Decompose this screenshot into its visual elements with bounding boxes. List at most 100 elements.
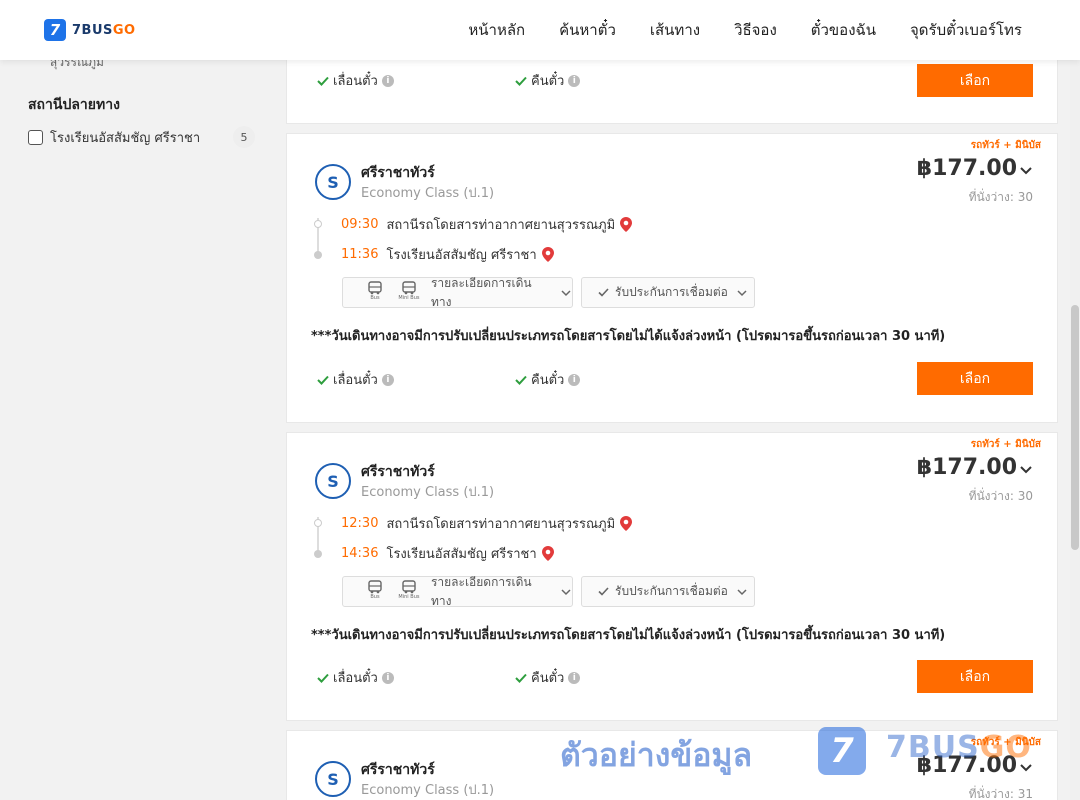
trip-price: ฿177.00 — [916, 455, 1017, 480]
departure-stop: 12:30 สถานีรถโดยสารท่าอากาศยานสุวรรณภูมิ — [341, 513, 633, 534]
vehicle-type-tag: รถทัวร์ + มินิบัส — [970, 439, 1041, 450]
arrival-time: 11:36 — [341, 247, 379, 262]
destination-count-badge: 5 — [233, 126, 255, 148]
map-pin-icon[interactable] — [541, 247, 554, 262]
available-seats: ที่นั่งว่าง: 30 — [968, 489, 1033, 503]
filter-sidebar: สุวรรณภูมิ สถานีปลายทาง โรงเรียนอัสสัมชั… — [28, 60, 258, 148]
arrival-station: โรงเรียนอัสสัมชัญ ศรีราชา — [386, 547, 537, 562]
reschedule-label: เลื่อนตั๋ว — [333, 671, 378, 686]
select-button[interactable]: เลือก — [917, 64, 1033, 97]
minibus-icon: Mini Bus — [397, 280, 421, 305]
main-nav: หน้าหลัก ค้นหาตั๋ว เส้นทาง วิธีจอง ตั๋วข… — [468, 0, 1022, 60]
vehicle-type-tag: รถทัวร์ + มินิบัส — [970, 140, 1041, 151]
operator-logo: S — [315, 164, 351, 200]
check-icon — [515, 76, 527, 86]
trip-note: ***วันเดินทางอาจมีการปรับเปลี่ยนประเภทรถ… — [311, 628, 946, 643]
map-pin-icon[interactable] — [620, 217, 633, 232]
check-icon — [317, 673, 329, 683]
seat-class: Economy Class (ป.1) — [361, 485, 495, 500]
seat-class: Economy Class (ป.1) — [361, 186, 495, 201]
chevron-down-icon — [561, 588, 571, 595]
watermark-brand: 7BUSGO — [886, 730, 1032, 765]
reschedule-feature: เลื่อนตั๋ว i — [317, 667, 394, 688]
bus-icon: Bus — [363, 579, 387, 604]
arrival-station: โรงเรียนอัสสัมชัญ ศรีราชา — [386, 248, 537, 263]
scrollbar-thumb[interactable] — [1071, 305, 1079, 550]
nav-routes[interactable]: เส้นทาง — [650, 18, 700, 42]
reschedule-label: เลื่อนตั๋ว — [333, 373, 378, 388]
refund-label: คืนตั๋ว — [531, 671, 565, 686]
map-pin-icon[interactable] — [541, 546, 554, 561]
destination-filter-title: สถานีปลายทาง — [28, 97, 120, 113]
nav-how-to-book[interactable]: วิธีจอง — [734, 18, 777, 42]
cut-filter-label: สุวรรณภูมิ — [50, 60, 104, 69]
check-icon — [598, 587, 609, 596]
trip-details-label: รายละเอียดการเดินทาง — [430, 275, 532, 309]
select-button[interactable]: เลือก — [917, 660, 1033, 693]
destination-filter-option[interactable]: โรงเรียนอัสสัมชัญ ศรีราชา 5 — [28, 126, 258, 148]
info-icon[interactable]: i — [381, 373, 394, 386]
watermark-logo-mark: 7 — [818, 727, 866, 775]
minibus-icon: Mini Bus — [397, 579, 421, 604]
sample-data-watermark: ตัวอย่างข้อมูล — [560, 736, 753, 774]
departure-dot — [314, 519, 322, 527]
nav-ticket-pickup[interactable]: จุดรับตั๋วเบอร์โทร — [910, 18, 1022, 42]
operator-name: ศรีราชาทัวร์ — [361, 762, 435, 778]
operator-name: ศรีราชาทัวร์ — [361, 464, 435, 480]
connection-insurance-label: รับประกันการเชื่อมต่อ — [615, 285, 728, 299]
info-icon[interactable]: i — [568, 671, 581, 684]
chevron-down-icon — [737, 588, 747, 595]
trip-card: รถทัวร์ + มินิบัส S ศรีราชาทัวร์ Economy… — [286, 133, 1058, 423]
refund-label: คืนตั๋ว — [531, 373, 565, 388]
trip-details-button[interactable]: Bus Mini Bus รายละเอียดการเดินทาง — [342, 575, 573, 608]
info-icon[interactable]: i — [381, 74, 394, 87]
info-icon[interactable]: i — [568, 74, 581, 87]
chevron-down-icon[interactable] — [1019, 463, 1033, 477]
connection-insurance-button[interactable]: รับประกันการเชื่อมต่อ — [581, 277, 755, 308]
chevron-down-icon[interactable] — [1019, 164, 1033, 178]
top-header: 7 7BUSGO หน้าหลัก ค้นหาตั๋ว เส้นทาง วิธี… — [0, 0, 1080, 60]
destination-checkbox[interactable] — [28, 129, 43, 145]
reschedule-feature: เลื่อนตั๋ว i — [317, 70, 394, 91]
seat-class: Economy Class (ป.1) — [361, 783, 495, 798]
nav-home[interactable]: หน้าหลัก — [468, 18, 525, 42]
check-icon — [598, 288, 609, 297]
trip-price: ฿177.00 — [916, 156, 1017, 181]
refund-feature: คืนตั๋ว i — [515, 70, 581, 91]
trip-card: รถทัวร์ + มินิบัส S ศรีราชาทัวร์ Economy… — [286, 432, 1058, 721]
chevron-down-icon — [561, 289, 571, 296]
connection-insurance-button[interactable]: รับประกันการเชื่อมต่อ — [581, 576, 755, 607]
refund-feature: คืนตั๋ว i — [515, 369, 581, 390]
operator-logo: S — [315, 761, 351, 797]
brand-logo[interactable]: 7 7BUSGO — [44, 19, 136, 41]
map-pin-icon[interactable] — [620, 516, 633, 531]
bus-icon: Bus — [363, 280, 387, 305]
arrival-stop: 11:36 โรงเรียนอัสสัมชัญ ศรีราชา — [341, 244, 554, 265]
check-icon — [317, 76, 329, 86]
logo-text: 7BUSGO — [72, 22, 136, 38]
trip-details-button[interactable]: Bus Mini Bus รายละเอียดการเดินทาง — [342, 276, 573, 309]
departure-station: สถานีรถโดยสารท่าอากาศยานสุวรรณภูมิ — [386, 218, 616, 233]
available-seats: ที่นั่งว่าง: 31 — [968, 787, 1033, 800]
connection-insurance-label: รับประกันการเชื่อมต่อ — [615, 584, 728, 598]
available-seats: ที่นั่งว่าง: 30 — [968, 190, 1033, 204]
departure-stop: 09:30 สถานีรถโดยสารท่าอากาศยานสุวรรณภูมิ — [341, 214, 633, 235]
departure-station: สถานีรถโดยสารท่าอากาศยานสุวรรณภูมิ — [386, 517, 616, 532]
arrival-time: 14:36 — [341, 546, 379, 561]
check-icon — [515, 673, 527, 683]
refund-feature: คืนตั๋ว i — [515, 667, 581, 688]
logo-mark: 7 — [44, 19, 66, 41]
destination-filter-label: โรงเรียนอัสสัมชัญ ศรีราชา — [50, 130, 201, 146]
info-icon[interactable]: i — [568, 373, 581, 386]
operator-logo: S — [315, 463, 351, 499]
trip-note: ***วันเดินทางอาจมีการปรับเปลี่ยนประเภทรถ… — [311, 329, 946, 344]
departure-time: 09:30 — [341, 217, 379, 232]
nav-search-tickets[interactable]: ค้นหาตั๋ว — [559, 18, 616, 42]
select-button[interactable]: เลือก — [917, 362, 1033, 395]
chevron-down-icon — [737, 289, 747, 296]
info-icon[interactable]: i — [381, 671, 394, 684]
arrival-dot — [314, 251, 322, 259]
nav-my-tickets[interactable]: ตั๋วของฉัน — [811, 18, 876, 42]
page-scrollbar[interactable] — [1070, 60, 1080, 800]
trip-details-label: รายละเอียดการเดินทาง — [430, 574, 532, 608]
